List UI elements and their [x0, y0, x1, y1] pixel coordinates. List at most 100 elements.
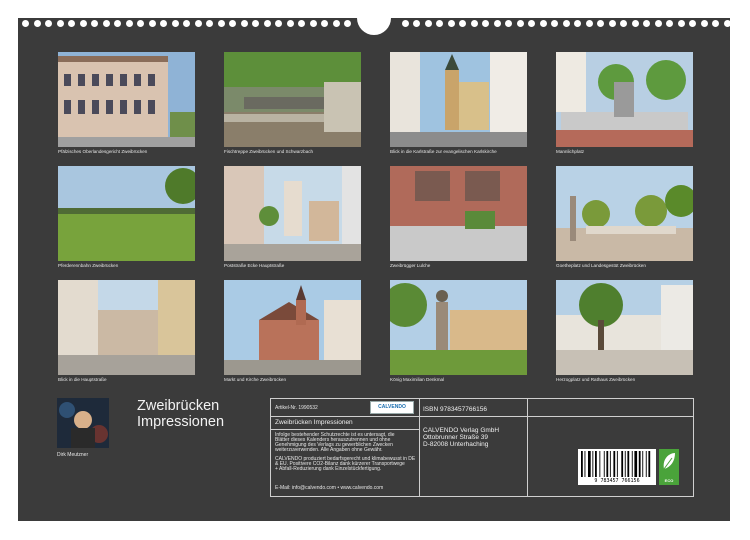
info-divider [419, 416, 693, 417]
caption-1: Pfälzisches Oberlandesgericht Zweibrücke… [58, 149, 148, 154]
binding-hole [56, 20, 64, 27]
binding-hole [677, 20, 685, 27]
binding-hole [539, 20, 547, 27]
binding-hole [183, 20, 190, 27]
barcode-bar [648, 451, 651, 477]
binding-hole [424, 20, 432, 27]
barcode-bar [645, 451, 647, 477]
binding-hole [148, 20, 156, 27]
binding-hole [689, 20, 696, 27]
binding-hole [344, 20, 351, 27]
binding-hole [275, 20, 282, 27]
binding-hole [643, 20, 650, 27]
binding-hole [286, 20, 294, 27]
binding-hole [482, 20, 489, 27]
article-number: Artikel-Nr. 1990532 [275, 405, 318, 411]
binding-hole [33, 20, 41, 27]
binding-hole [68, 20, 75, 27]
binding-hole [229, 20, 236, 27]
calvendo-logo: CALVENDO [370, 401, 414, 414]
barcode-bar [592, 451, 594, 477]
binding-hole [321, 20, 328, 27]
barcode-bar [603, 451, 605, 477]
binding-hole [194, 20, 202, 27]
binding-hole [137, 20, 144, 27]
caption-4: Mannlichplatz [556, 149, 585, 154]
caption-2: Fischtreppe Zweibrücken und Schwarzbach [224, 149, 314, 154]
binding-hole [160, 20, 167, 27]
eco-leaf-icon: ECO [659, 449, 679, 485]
binding-hole [206, 20, 213, 27]
barcode-bar [624, 451, 626, 477]
binding-hole [309, 20, 317, 27]
binding-hole [666, 20, 673, 27]
binding-hole [102, 20, 110, 27]
binding-hole [240, 20, 248, 27]
photo-herzogplatz [556, 280, 693, 375]
binding-hole [551, 20, 558, 27]
barcode-number: 9 783457 766156 [578, 478, 656, 485]
caption-5: Pferderennbahn Zweibrücken [58, 263, 119, 268]
binding-hole [654, 20, 662, 27]
calendar-title-line1: Zweibrücken [137, 398, 220, 414]
eco-label: ECO [664, 478, 674, 483]
binding-hole [470, 20, 478, 27]
photo-karlstrasse [390, 52, 527, 147]
binding-hole [79, 20, 87, 27]
info-divider [271, 416, 419, 417]
barcode-bar [613, 451, 616, 477]
barcode-bar [599, 451, 601, 477]
photo-poststrasse [224, 166, 361, 261]
binding-hole [413, 20, 420, 27]
isbn: ISBN 9783457766156 [423, 406, 487, 413]
photo-maximilian-denkmal [390, 280, 527, 375]
caption-9: Blick in die Hauptstraße [58, 377, 107, 382]
photo-lulche [390, 166, 527, 261]
photo-fischtreppe [224, 52, 361, 147]
binding-hole [723, 20, 731, 27]
calendar-title: Zweibrücken Impressionen [137, 398, 224, 430]
barcode-bar [606, 451, 609, 477]
barcode-bar [642, 451, 644, 477]
photo-oberlandesgericht [58, 52, 195, 147]
caption-10: Markt und Kirche Zweibrücken [224, 377, 287, 382]
binding-hole [528, 20, 535, 27]
binding-hole [252, 20, 259, 27]
binding-hole [597, 20, 604, 27]
binding-hole [401, 20, 409, 27]
contact-email: E-Mail: info@calvendo.com • www.calvendo… [275, 485, 384, 491]
binding-hole [125, 20, 133, 27]
barcode-bar [595, 451, 597, 477]
binding-hole [171, 20, 179, 27]
photo-goetheplatz [556, 166, 693, 261]
photo-mannlichplatz [556, 52, 693, 147]
caption-7: Zweibrügger Lulche [390, 263, 431, 268]
binding-hole [22, 20, 29, 27]
binding-hole [114, 20, 121, 27]
binding-hole [436, 20, 443, 27]
binding-hole [562, 20, 570, 27]
info-divider [419, 399, 420, 496]
caption-12: Herzogplatz und Rathaus Zweibrücken [556, 377, 636, 382]
binding-hole [217, 20, 225, 27]
binding-hole [712, 20, 719, 27]
product-title: Zweibrücken Impressionen [275, 419, 353, 426]
caption-8: Goetheplatz und Landesgestüt Zweibrücken [556, 263, 646, 268]
info-divider [527, 399, 528, 496]
binding-hole [608, 20, 616, 27]
binding-hole [700, 20, 708, 27]
caption-6: Poststraße Ecke Hauptstraße [224, 263, 285, 268]
binding-hole [585, 20, 593, 27]
binding-hole [459, 20, 466, 27]
eco-text-3: + Abfall-Reduzierung dank Einzelstückfer… [275, 466, 382, 472]
legal-text-4: weiterzuverwenden. Alle Angaben ohne Gew… [275, 447, 383, 453]
barcode-bar [588, 451, 591, 477]
barcode-bar [631, 451, 633, 477]
binding-hole [447, 20, 455, 27]
binding-hole [620, 20, 627, 27]
binding-hole [493, 20, 501, 27]
calendar-title-line2: Impressionen [137, 414, 225, 430]
barcode-bar [638, 451, 641, 477]
binding-hole [505, 20, 512, 27]
caption-11: König Maximilian Denkmal [390, 377, 445, 382]
